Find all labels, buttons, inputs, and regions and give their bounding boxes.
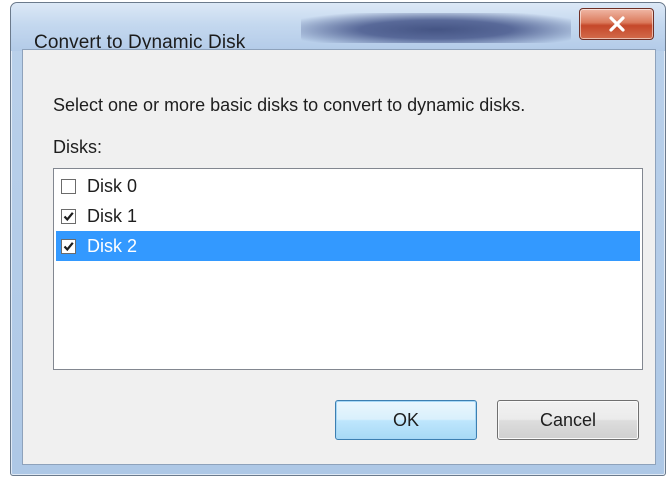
dialog-window: Convert to Dynamic Disk Select one or mo… (10, 2, 666, 476)
checkmark-icon (63, 242, 74, 252)
title-bar[interactable]: Convert to Dynamic Disk (11, 3, 665, 51)
disk-checkbox[interactable] (61, 209, 76, 224)
disk-checkbox[interactable] (61, 239, 76, 254)
cancel-button[interactable]: Cancel (497, 400, 639, 440)
checkmark-icon (63, 212, 74, 222)
instruction-text: Select one or more basic disks to conver… (53, 95, 526, 115)
close-icon (609, 16, 625, 32)
disk-list-item-selected[interactable]: Disk 2 (56, 231, 640, 261)
disk-label: Disk 2 (87, 236, 138, 256)
disk-list-item[interactable]: Disk 0 (56, 171, 640, 201)
dialog-content: Select one or more basic disks to conver… (22, 49, 656, 465)
title-bar-glow (301, 13, 571, 43)
disk-list[interactable]: Disk 0 Disk 1 Disk 2 (53, 168, 643, 370)
ok-button[interactable]: OK (335, 400, 477, 440)
disks-label: Disks: (53, 137, 102, 157)
disk-checkbox[interactable] (61, 179, 76, 194)
disk-label: Disk 1 (87, 206, 138, 226)
disk-list-item[interactable]: Disk 1 (56, 201, 640, 231)
close-button[interactable] (579, 8, 654, 40)
disk-label: Disk 0 (87, 176, 138, 196)
